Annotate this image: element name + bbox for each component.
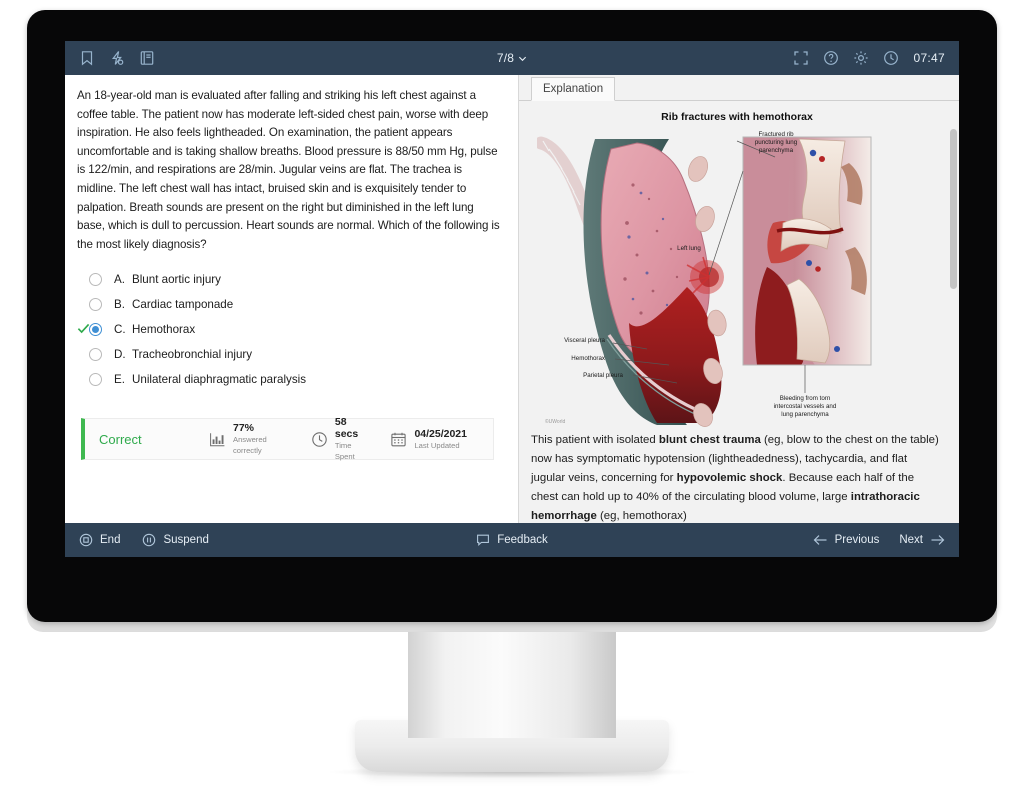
clock-icon	[311, 431, 328, 448]
explanation-pane: Explanation Rib fractures with hemothora…	[519, 75, 959, 523]
timer-display: 07:47	[913, 51, 945, 65]
choice-text-c: Hemothorax	[132, 323, 196, 337]
bookmark-icon[interactable]	[79, 50, 95, 66]
top-toolbar: 7/8 07:47	[65, 41, 959, 75]
gear-icon[interactable]	[853, 50, 869, 66]
next-label: Next	[899, 534, 923, 546]
choice-letter-d: D.	[114, 348, 126, 362]
copyright-notice: ©UWorld	[545, 419, 566, 425]
help-icon[interactable]	[823, 50, 839, 66]
stat-last-updated: 04/25/2021 Last Updated	[390, 428, 467, 451]
choice-letter-c: C.	[114, 323, 126, 337]
radio-b[interactable]	[89, 298, 102, 312]
answer-choice-c[interactable]: C. Hemothorax	[77, 317, 502, 342]
stats-bar: Correct 77% Answered correctly 58 secs T…	[81, 416, 494, 462]
application-screen: 7/8 07:47 An 18-year-old man is evaluate…	[65, 41, 959, 557]
figure-label-bleeding: Bleeding from torn intercostal vessels a…	[773, 395, 837, 419]
figure-label-parietal-pleura: Parietal pleura	[583, 372, 623, 379]
feedback-button[interactable]: Feedback	[476, 533, 548, 547]
figure-label-fractured-rib: Fractured rib puncturing lung parenchyma	[754, 131, 798, 155]
explanation-scroll-area: Rib fractures with hemothorax Left lung …	[519, 101, 959, 523]
bottom-toolbar-right: Previous Next	[813, 523, 945, 557]
next-button[interactable]: Next	[899, 534, 945, 546]
calendar-icon	[390, 431, 407, 448]
figure-label-left-lung: Left lung	[677, 245, 701, 252]
figure-label-hemothorax: Hemothorax	[571, 355, 605, 362]
stat-label-updated: Last Updated	[414, 440, 460, 450]
medical-illustration: Left lung Fractured rib puncturing lung …	[534, 127, 937, 427]
answer-choice-a[interactable]: A. Blunt aortic injury	[89, 267, 502, 292]
question-pane: An 18-year-old man is evaluated after fa…	[65, 75, 519, 523]
radio-a[interactable]	[89, 273, 102, 287]
previous-button[interactable]: Previous	[813, 534, 880, 546]
bar-chart-icon	[209, 431, 226, 448]
illustration-svg	[534, 127, 937, 427]
monitor-stand-neck	[408, 628, 616, 738]
stat-label-accuracy: Answered correctly	[233, 435, 267, 456]
figure-title: Rib fractures with hemothorax	[661, 111, 813, 123]
choice-text-a: Blunt aortic injury	[132, 273, 221, 287]
arrow-left-icon	[813, 534, 828, 546]
choice-text-e: Unilateral diaphragmatic paralysis	[132, 373, 306, 387]
clock-icon	[883, 50, 899, 66]
stat-value-accuracy: 77%	[233, 422, 255, 435]
choice-letter-e: E.	[114, 373, 125, 387]
tab-explanation[interactable]: Explanation	[531, 77, 616, 101]
radio-e[interactable]	[89, 373, 102, 387]
choice-text-b: Cardiac tamponade	[132, 298, 234, 312]
stat-answered-correctly: 77% Answered correctly	[209, 422, 285, 456]
stat-value-time: 58 secs	[334, 416, 359, 441]
notebook-icon[interactable]	[139, 50, 155, 66]
radio-c[interactable]	[89, 323, 102, 337]
verdict-label: Correct	[99, 431, 142, 447]
choice-letter-a: A.	[114, 273, 125, 287]
top-toolbar-left-icons	[79, 50, 155, 66]
speech-bubble-icon	[476, 533, 490, 547]
arrow-right-icon	[930, 534, 945, 546]
figure-label-visceral-pleura: Visceral pleura	[564, 337, 605, 344]
page-counter-label: 7/8	[496, 51, 515, 65]
stat-label-time: Time Spent	[334, 441, 355, 462]
question-stem: An 18-year-old man is evaluated after fa…	[77, 89, 500, 251]
answer-choice-b[interactable]: B. Cardiac tamponade	[89, 292, 502, 317]
stat-value-updated: 04/25/2021	[414, 427, 467, 440]
choice-text-d: Tracheobronchial injury	[132, 348, 253, 362]
choice-letter-b: B.	[114, 298, 125, 312]
stat-time-spent: 58 secs Time Spent	[311, 416, 365, 462]
lab-values-icon[interactable]	[109, 50, 125, 66]
bottom-toolbar: End Suspend Feedback Previous Next	[65, 523, 959, 557]
feedback-label: Feedback	[497, 534, 548, 546]
answer-choices-list: A. Blunt aortic injury B. Cardiac tampon…	[77, 267, 502, 392]
previous-label: Previous	[834, 534, 880, 546]
chevron-down-icon	[519, 56, 527, 61]
page-counter-dropdown[interactable]: 7/8	[497, 51, 527, 65]
main-content: An 18-year-old man is evaluated after fa…	[65, 75, 959, 523]
correct-check-icon	[77, 322, 90, 335]
answer-choice-d[interactable]: D. Tracheobronchial injury	[89, 342, 502, 367]
answer-choice-e[interactable]: E. Unilateral diaphragmatic paralysis	[89, 367, 502, 392]
radio-d[interactable]	[89, 348, 102, 362]
fullscreen-icon[interactable]	[793, 50, 809, 66]
explanation-scrollbar[interactable]	[950, 129, 957, 289]
explanation-paragraph: This patient with isolated blunt chest t…	[531, 434, 939, 522]
explanation-tabstrip: Explanation	[519, 75, 959, 101]
top-toolbar-right-icons: 07:47	[793, 41, 945, 75]
